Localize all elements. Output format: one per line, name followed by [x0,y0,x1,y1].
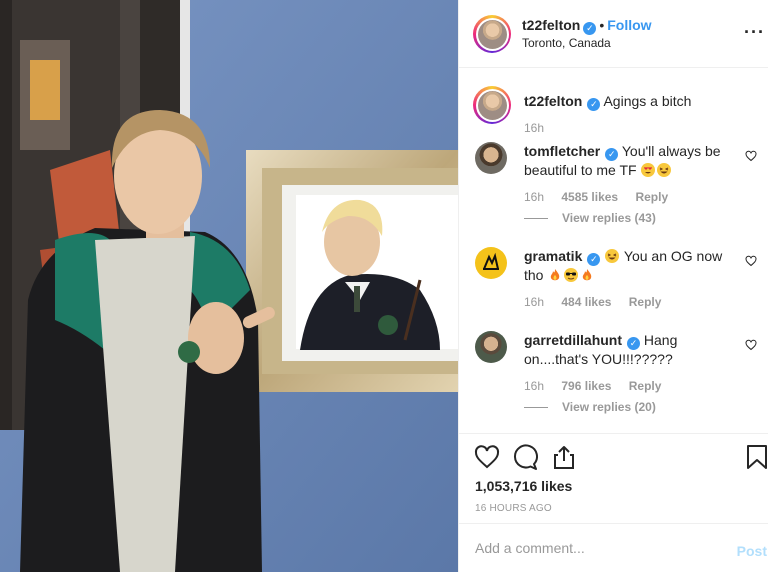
view-replies-label: View replies (43) [562,211,656,225]
heart-eyes-emoji [641,163,656,177]
fire-emoji [580,268,594,282]
framed-portrait [246,150,458,392]
dot-separator: • [599,17,605,33]
post-location[interactable]: Toronto, Canada [522,36,611,50]
caption-meta: 16h [524,121,558,135]
avatar-image [477,19,507,49]
author-avatar[interactable] [473,15,511,53]
reply-button[interactable]: Reply [629,379,662,393]
reply-button[interactable]: Reply [635,190,668,204]
sunglasses-emoji [564,268,579,282]
comment-text-block: garretdillahunt ✓ Hang on....that's YOU!!… [524,331,734,368]
caption-author-avatar[interactable] [473,86,511,124]
verified-badge-icon: ✓ [605,148,619,161]
commenter-username[interactable]: gramatik [524,248,582,264]
comment-time[interactable]: 16h [524,190,544,204]
comment-meta: 16h 484 likes Reply [524,295,675,309]
verified-badge-icon: ✓ [587,98,601,111]
comment-time[interactable]: 16h [524,379,544,393]
comment-icon[interactable] [512,444,538,470]
comment-like-heart-icon[interactable] [745,255,757,267]
comment-meta: 16h 4585 likes Reply [524,190,682,204]
more-options-icon[interactable]: ··· [744,22,765,43]
share-icon[interactable] [551,444,577,470]
comment-like-heart-icon[interactable] [745,150,757,162]
bookmark-icon[interactable] [746,444,768,470]
verified-badge-icon: ✓ [627,337,641,350]
reply-button[interactable]: Reply [629,295,662,309]
caption-text-block: t22felton ✓ Agings a bitch [524,92,734,111]
comment-time[interactable]: 16h [524,295,544,309]
avatar-image [477,90,507,120]
comment-likes[interactable]: 796 likes [561,379,611,393]
verified-badge-icon: ✓ [587,253,601,266]
add-comment-bar: Post [459,523,768,572]
comment-like-heart-icon[interactable] [745,339,757,351]
post-timestamp[interactable]: 16 HOURS AGO [475,503,552,514]
post-actions: 1,053,716 likes 16 HOURS AGO [459,433,768,521]
post-photo[interactable] [0,0,458,572]
caption-time[interactable]: 16h [524,121,544,135]
post-comment-button[interactable]: Post [737,543,767,559]
commenter-avatar[interactable] [475,331,507,363]
comment-input[interactable] [475,540,715,556]
view-replies-button[interactable]: View replies (20) [524,400,656,414]
comment-likes[interactable]: 484 likes [561,295,611,309]
follow-button[interactable]: Follow [607,17,651,33]
view-replies-label: View replies (20) [562,400,656,414]
verified-badge-icon: ✓ [583,22,597,35]
likes-count[interactable]: 1,053,716 likes [475,478,572,494]
commenter-username[interactable]: garretdillahunt [524,332,622,348]
comment-text-block: tomfletcher ✓ You'll always be beautiful … [524,142,734,179]
photo-illustration [0,0,458,572]
caption-text: Agings a bitch [603,93,692,109]
comment-likes[interactable]: 4585 likes [561,190,618,204]
commenter-avatar[interactable] [475,142,507,174]
heart-icon[interactable] [474,444,500,470]
comment-meta: 16h 796 likes Reply [524,379,675,393]
commenter-avatar[interactable] [475,247,507,279]
comment-text-block: gramatik ✓ You an OG now tho [524,247,734,284]
post-details-panel: t22felton ✓ • Follow Toronto, Canada ··· t2… [458,0,768,572]
laughing-emoji [657,163,672,177]
comments-feed[interactable]: t22felton ✓ Agings a bitch 16h tomfletche… [459,68,768,433]
fire-emoji [548,268,562,282]
laughing-emoji [605,249,620,263]
caption-username[interactable]: t22felton [524,93,582,109]
commenter-username[interactable]: tomfletcher [524,143,600,159]
view-replies-button[interactable]: View replies (43) [524,211,656,225]
author-username[interactable]: t22felton [522,17,580,33]
post-header: t22felton ✓ • Follow Toronto, Canada ··· [459,0,768,68]
